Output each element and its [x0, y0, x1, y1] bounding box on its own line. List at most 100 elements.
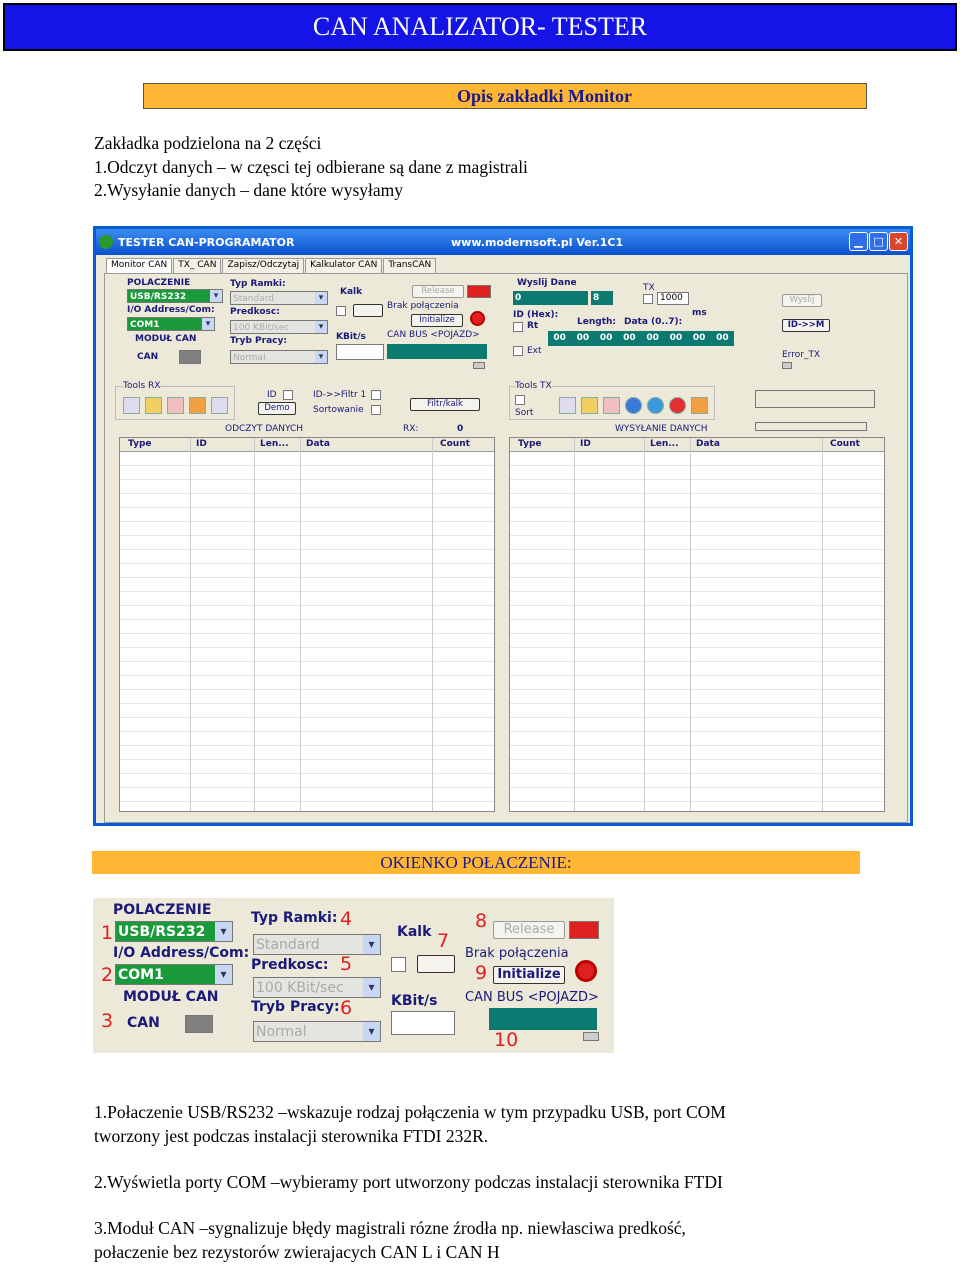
- intro-text: Zakładka podzielona na 2 części 1.Odczyt…: [94, 132, 528, 203]
- save-icon[interactable]: [123, 397, 140, 414]
- kalk-checkbox[interactable]: [391, 957, 406, 972]
- predkosc-label: Predkosc:: [251, 957, 329, 973]
- tab-zapisz[interactable]: Zapisz/Odczytaj: [222, 258, 305, 274]
- modul-can-label: MODUŁ CAN: [123, 989, 219, 1005]
- mode-select[interactable]: Normal: [230, 350, 328, 364]
- clear-icon[interactable]: [189, 397, 206, 414]
- tx-clear-icon[interactable]: [691, 397, 708, 414]
- annotation-4: 4: [340, 908, 353, 930]
- description-line: połaczenie bez rezystorów zwierajacych C…: [94, 1241, 500, 1262]
- can-bus-select[interactable]: [387, 344, 487, 359]
- kbits-label: KBit/s: [336, 332, 366, 342]
- close-icon[interactable]: ✕: [889, 232, 908, 251]
- rt-label: Rt: [527, 321, 539, 331]
- speed-select[interactable]: 100 KBit/sec: [253, 977, 381, 998]
- com-select[interactable]: COM1: [115, 964, 233, 985]
- window-title: TESTER CAN-PROGRAMATOR: [118, 236, 295, 249]
- description-line: 2.Wyświetla porty COM –wybieramy port ut…: [94, 1172, 723, 1192]
- minimize-icon[interactable]: ▁: [849, 232, 868, 251]
- col-id: ID: [196, 439, 207, 449]
- description-line: 1.Połaczenie USB/RS232 –wskazuje rodzaj …: [94, 1102, 726, 1122]
- can-status-indicator: [179, 350, 201, 364]
- stop-button-icon[interactable]: [669, 397, 686, 414]
- id-input[interactable]: 0: [513, 291, 588, 305]
- kbits-input[interactable]: [336, 344, 384, 360]
- id-m-button[interactable]: ID->>M: [782, 319, 830, 332]
- id-filter-checkbox[interactable]: [283, 390, 293, 400]
- stop-icon: [575, 960, 597, 982]
- kalk-button[interactable]: [417, 955, 455, 973]
- col-len: Len...: [260, 439, 289, 449]
- kbits-input[interactable]: [391, 1011, 455, 1035]
- filtr-kalk-button[interactable]: Filtr/kalk: [410, 398, 480, 411]
- initialize-button[interactable]: Initialize: [411, 314, 463, 327]
- data-bytes[interactable]: 00 00 00 00 00 00 00 00: [548, 331, 734, 346]
- print-icon[interactable]: [211, 397, 228, 414]
- rt-checkbox[interactable]: [513, 322, 523, 332]
- speed-select[interactable]: 100 KBit/sec: [230, 320, 328, 334]
- delete-icon[interactable]: [167, 397, 184, 414]
- com-select[interactable]: COM1: [127, 317, 215, 331]
- tx-table-header: Type ID Len... Data Count: [510, 438, 884, 452]
- usb-select[interactable]: USB/RS232: [127, 289, 223, 303]
- can-bus-select[interactable]: [489, 1008, 597, 1030]
- tab-kalkulator[interactable]: Kalkulator CAN: [305, 258, 383, 274]
- tx-checkbox[interactable]: [643, 294, 653, 304]
- tx-save-icon[interactable]: [559, 397, 576, 414]
- can-bus-led: [583, 1032, 599, 1041]
- window-url: www.modernsoft.pl Ver.1C1: [451, 236, 624, 249]
- sortowanie-checkbox[interactable]: [371, 405, 381, 415]
- tx-table[interactable]: Type ID Len... Data Count: [509, 437, 885, 812]
- polaczenie-label: POLACZENIE: [113, 902, 212, 918]
- sort-checkbox[interactable]: [515, 395, 525, 405]
- release-button[interactable]: Release: [412, 285, 464, 298]
- predkosc-label: Predkosc:: [230, 307, 280, 317]
- length-input[interactable]: 8: [591, 291, 613, 305]
- demo-button[interactable]: Demo: [258, 402, 296, 415]
- loop-icon[interactable]: [647, 397, 664, 414]
- folder-icon[interactable]: [145, 397, 162, 414]
- tab-transcan[interactable]: TransCAN: [383, 258, 437, 274]
- standard-select[interactable]: Standard: [253, 934, 381, 955]
- tools-tx-label: Tools TX: [515, 381, 552, 391]
- tx-slider[interactable]: [755, 390, 875, 408]
- tx-folder-icon[interactable]: [581, 397, 598, 414]
- tx-progress: [755, 422, 867, 431]
- maximize-icon[interactable]: □: [869, 232, 888, 251]
- ms-input[interactable]: 1000: [657, 292, 689, 305]
- id-hex-label: ID (Hex):: [513, 310, 559, 320]
- mode-select[interactable]: Normal: [253, 1021, 381, 1042]
- rx-table-header: Type ID Len... Data Count: [120, 438, 494, 452]
- rx-table[interactable]: Type ID Len... Data Count: [119, 437, 495, 812]
- okienko-title: OKIENKO POŁACZENIE:: [92, 851, 860, 874]
- kalk-label: Kalk: [340, 287, 363, 297]
- wysylanie-label: WYSYŁANIE DANYCH: [615, 424, 708, 434]
- col-count: Count: [830, 439, 860, 449]
- initialize-button[interactable]: Initialize: [493, 966, 565, 984]
- annotation-3: 3: [101, 1010, 114, 1032]
- filtr-checkbox[interactable]: [371, 390, 381, 400]
- tx-delete-icon[interactable]: [603, 397, 620, 414]
- tools-rx-label: Tools RX: [123, 381, 161, 391]
- standard-select[interactable]: Standard: [230, 291, 328, 305]
- kalk-checkbox[interactable]: [336, 306, 346, 316]
- zoomed-connection-panel: POLACZENIE USB/RS232 I/O Address/Com: CO…: [93, 898, 614, 1053]
- play-icon[interactable]: [625, 397, 642, 414]
- wyslij-button[interactable]: Wyslij: [782, 294, 822, 307]
- ext-checkbox[interactable]: [513, 346, 523, 356]
- description-line: 3.Moduł CAN –sygnalizuje błędy magistral…: [94, 1218, 686, 1238]
- usb-select[interactable]: USB/RS232: [115, 921, 233, 942]
- wyslij-dane-label: Wyslij Dane: [517, 278, 577, 288]
- data-byte: 00: [599, 333, 613, 343]
- tab-monitor-can[interactable]: Monitor CAN: [106, 258, 173, 274]
- tab-tx-can[interactable]: TX_ CAN: [173, 258, 222, 274]
- release-button[interactable]: Release: [493, 921, 565, 939]
- data-byte: 00: [669, 333, 683, 343]
- annotation-8: 8: [475, 910, 488, 932]
- col-type: Type: [128, 439, 152, 449]
- kalk-button[interactable]: [353, 304, 383, 317]
- annotation-1: 1: [101, 922, 114, 944]
- section-title-monitor: Opis zakładki Monitor: [143, 83, 867, 109]
- sortowanie-label: Sortowanie: [313, 405, 364, 415]
- ms-label: ms: [692, 308, 707, 318]
